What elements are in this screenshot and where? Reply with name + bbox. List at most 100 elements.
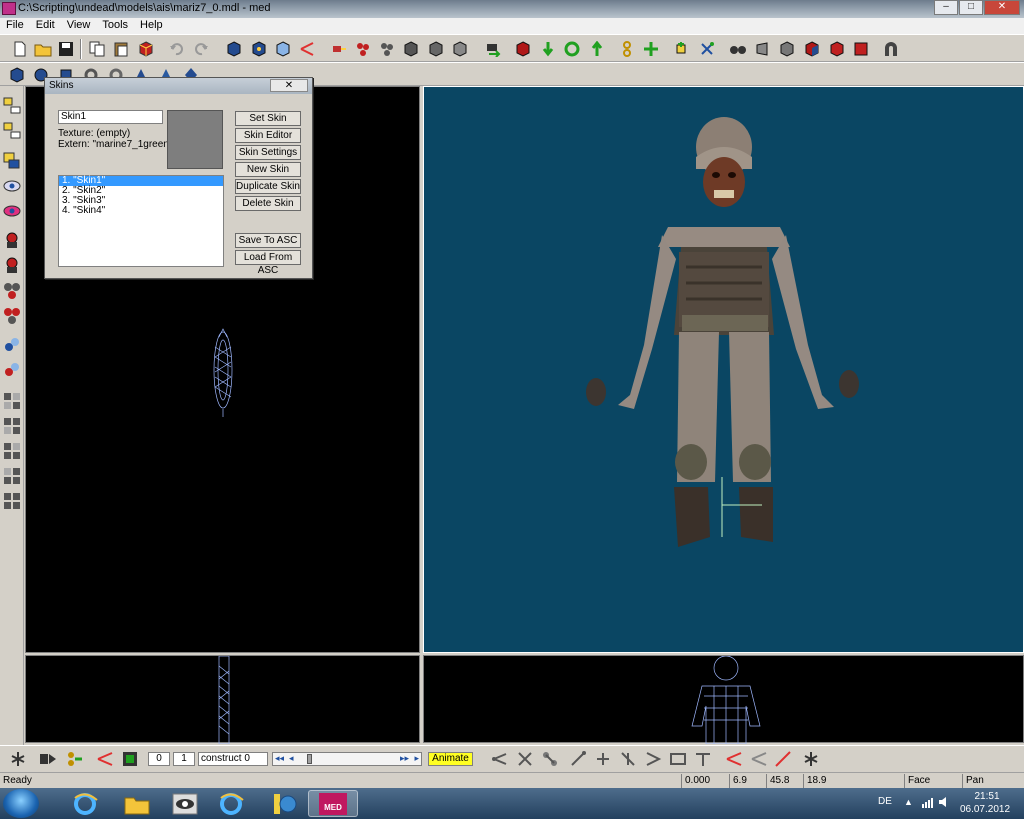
move-all-icon[interactable]: [640, 38, 661, 59]
skeleton-icon[interactable]: [8, 749, 28, 769]
taskbar-ie-2-icon[interactable]: [206, 790, 256, 817]
duplicate-skin-button[interactable]: Duplicate Skin: [235, 179, 301, 194]
clock-date[interactable]: 06.07.2012: [954, 804, 1016, 815]
menu-tools[interactable]: Tools: [96, 18, 134, 34]
new-skin-button[interactable]: New Skin: [235, 162, 301, 177]
clock-time[interactable]: 21:51: [962, 791, 1012, 802]
bone-chain-4-icon[interactable]: [568, 749, 588, 769]
primitive-cube-icon[interactable]: [6, 64, 27, 85]
animate-button[interactable]: Animate: [428, 752, 473, 766]
red-cube-icon[interactable]: [826, 38, 847, 59]
vertex-group-icon[interactable]: [376, 38, 397, 59]
magnet-icon[interactable]: [880, 38, 901, 59]
skins-dialog-titlebar[interactable]: Skins ✕: [45, 78, 312, 94]
bone-cluster-left-icon[interactable]: [2, 281, 22, 301]
layout-quad-2-icon[interactable]: [2, 416, 22, 436]
nav-prev-button[interactable]: ◂: [289, 753, 294, 764]
bone-chain-6-icon[interactable]: [618, 749, 638, 769]
shape-box-icon[interactable]: [776, 38, 797, 59]
bone-chain-5-icon[interactable]: [593, 749, 613, 769]
view-binoculars-icon[interactable]: [727, 38, 748, 59]
shape-gray-3-icon[interactable]: [449, 38, 470, 59]
layout-quad-4-icon[interactable]: [2, 466, 22, 486]
load-from-asc-button[interactable]: Load From ASC: [235, 250, 301, 276]
skeleton-settings-icon[interactable]: [801, 749, 821, 769]
frame-end-field[interactable]: 1: [173, 752, 195, 766]
cube-faces-icon[interactable]: [272, 38, 293, 59]
camera-move-icon[interactable]: [483, 38, 504, 59]
bone-chain-3-icon[interactable]: [540, 749, 560, 769]
select-group-icon[interactable]: [2, 151, 22, 171]
bone-red-icon[interactable]: [2, 231, 22, 251]
save-icon[interactable]: [55, 38, 76, 59]
skin-editor-button[interactable]: Skin Editor: [235, 128, 301, 143]
model-properties-icon[interactable]: [135, 38, 156, 59]
volume-icon[interactable]: [938, 796, 950, 811]
scale-up-icon[interactable]: [586, 38, 607, 59]
layout-quad-5-icon[interactable]: [2, 491, 22, 511]
paste-icon[interactable]: [110, 38, 131, 59]
film-icon[interactable]: [120, 749, 140, 769]
set-skin-button[interactable]: Set Skin: [235, 111, 301, 126]
keyframe-icon[interactable]: [64, 749, 84, 769]
taskbar-ie-icon[interactable]: [60, 790, 110, 817]
layout-quad-3-icon[interactable]: [2, 441, 22, 461]
bone-red-2-icon[interactable]: [2, 256, 22, 276]
taskbar-eye-app-icon[interactable]: [160, 790, 210, 817]
copy-icon[interactable]: [86, 38, 107, 59]
taskbar-globe-app-icon[interactable]: [260, 790, 310, 817]
maximize-button[interactable]: □: [959, 0, 983, 15]
bone-chain-2-icon[interactable]: [515, 749, 535, 769]
new-file-icon[interactable]: [9, 38, 30, 59]
bone-chain-9-icon[interactable]: [693, 749, 713, 769]
play-icon[interactable]: [38, 749, 58, 769]
bone-joint-icon[interactable]: [328, 38, 349, 59]
minimize-button[interactable]: –: [934, 0, 958, 15]
menu-view[interactable]: View: [61, 18, 97, 34]
cube-icon[interactable]: [223, 38, 244, 59]
viewport-top-small[interactable]: [423, 655, 1024, 745]
material-red-icon[interactable]: [2, 361, 22, 381]
red-box-icon[interactable]: [850, 38, 871, 59]
open-folder-icon[interactable]: [32, 38, 53, 59]
taskbar-med-app[interactable]: MED: [308, 790, 358, 817]
chain-icon[interactable]: [616, 38, 637, 59]
tray-expand-icon[interactable]: ▲: [904, 797, 913, 807]
material-blue-icon[interactable]: [2, 336, 22, 356]
nav-first-button[interactable]: ◂◂: [275, 753, 284, 764]
network-icon[interactable]: [922, 796, 936, 811]
skin-name-field[interactable]: Skin1: [58, 110, 163, 124]
timeline-thumb[interactable]: [307, 754, 312, 764]
bone-cluster-red-icon[interactable]: [2, 306, 22, 326]
view-eye-color-icon[interactable]: [2, 201, 22, 221]
add-point-icon[interactable]: [670, 38, 691, 59]
link-break-icon[interactable]: [773, 749, 793, 769]
redo-icon[interactable]: [190, 38, 211, 59]
select-vertex-icon[interactable]: [2, 96, 22, 116]
undo-icon[interactable]: [166, 38, 187, 59]
delete-skin-button[interactable]: Delete Skin: [235, 196, 301, 211]
move-down-icon[interactable]: [537, 38, 558, 59]
save-to-asc-button[interactable]: Save To ASC: [235, 233, 301, 248]
start-button[interactable]: [3, 789, 39, 818]
bone-chain-8-icon[interactable]: [668, 749, 688, 769]
animation-name-field[interactable]: construct 0: [198, 752, 268, 766]
shape-gray-1-icon[interactable]: [400, 38, 421, 59]
language-indicator[interactable]: DE: [878, 796, 892, 807]
menu-file[interactable]: File: [0, 18, 30, 34]
viewport-3d[interactable]: [423, 86, 1024, 653]
shape-gray-2-icon[interactable]: [425, 38, 446, 59]
frame-start-field[interactable]: 0: [148, 752, 170, 766]
rotate-green-icon[interactable]: [561, 38, 582, 59]
viewport-front-small[interactable]: [25, 655, 420, 745]
nav-last-button[interactable]: ▸: [414, 753, 419, 764]
skins-dialog-close-button[interactable]: ✕: [270, 79, 308, 92]
close-button[interactable]: ✕: [984, 0, 1020, 15]
bone-chain-1-icon[interactable]: [490, 749, 510, 769]
link-red-icon[interactable]: [724, 749, 744, 769]
camera-frame-icon[interactable]: [752, 38, 773, 59]
rotate-red-icon[interactable]: [512, 38, 533, 59]
taskbar-explorer-icon[interactable]: [112, 790, 162, 817]
nav-next-button[interactable]: ▸▸: [400, 753, 409, 764]
timeline-slider[interactable]: ◂◂ ◂ ▸▸ ▸: [272, 752, 422, 766]
